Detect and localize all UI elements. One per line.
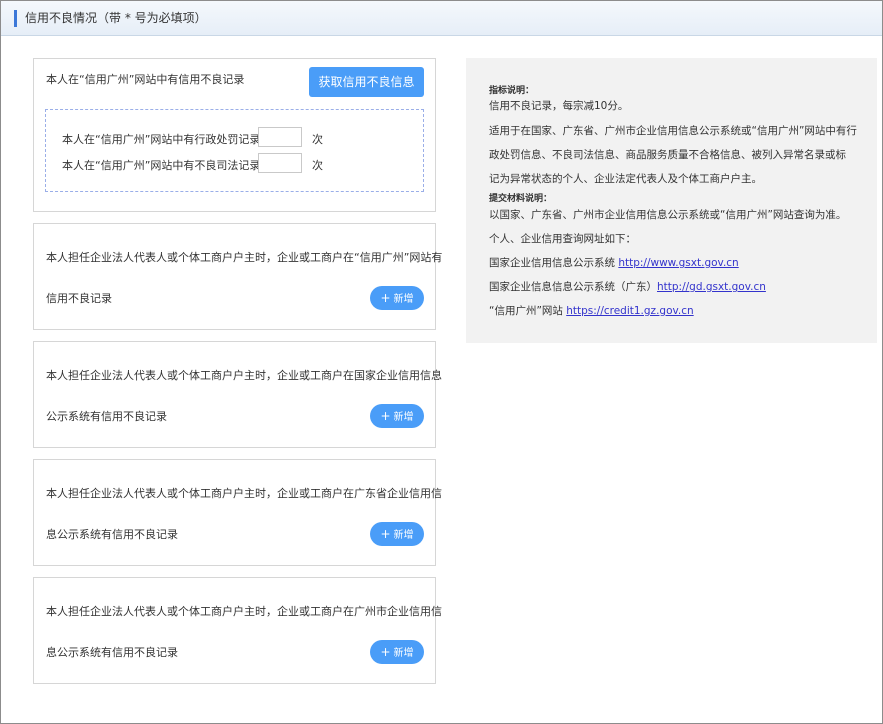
record-text-line1: 本人担任企业法人代表人或个体工商户户主时，企业或工商户在广州市企业信用信 (46, 603, 442, 619)
link-label: 国家企业信息信息公示系统（广东） (489, 281, 657, 293)
link-label: “信用广州”网站 (489, 305, 566, 317)
add-record-button[interactable]: +新增 (370, 286, 424, 310)
judicial-record-count-input[interactable] (258, 153, 302, 173)
record-text-line1: 本人担任企业法人代表人或个体工商户户主时，企业或工商户在广东省企业信用信 (46, 485, 442, 501)
form-panel: 信用不良情况（带 * 号为必填项） 本人在“信用广州”网站中有信用不良记录 获取… (0, 0, 883, 724)
admin-penalty-label: 本人在“信用广州”网站中有行政处罚记录 (62, 131, 260, 147)
credit-gz-link[interactable]: https://credit1.gz.gov.cn (566, 305, 693, 317)
judicial-record-unit: 次 (312, 157, 323, 173)
gd-gsxt-link[interactable]: http://gd.gsxt.gov.cn (657, 281, 766, 293)
record-text-line2: 公示系统有信用不良记录 (46, 408, 167, 424)
link-row: 国家企业信息信息公示系统（广东）http://gd.gsxt.gov.cn (489, 279, 766, 294)
materials-line: 以国家、广东省、广州市企业信用信息公示系统或“信用广州”网站查询为准。 (489, 207, 846, 222)
indicator-title: 指标说明： (489, 83, 534, 96)
header-accent-bar (14, 10, 17, 27)
plus-icon: + (380, 645, 390, 659)
record-text-line2: 息公示系统有信用不良记录 (46, 526, 178, 542)
record-text-line2: 息公示系统有信用不良记录 (46, 644, 178, 660)
indicator-line: 适用于在国家、广东省、广州市企业信用信息公示系统或“信用广州”网站中有行 (489, 123, 857, 138)
record-text-line2: 信用不良记录 (46, 290, 112, 306)
gsxt-link[interactable]: http://www.gsxt.gov.cn (618, 257, 738, 269)
card-lead-text: 本人在“信用广州”网站中有信用不良记录 (46, 71, 244, 87)
record-card: 本人担任企业法人代表人或个体工商户户主时，企业或工商户在广州市企业信用信 息公示… (33, 577, 436, 684)
link-row: 国家企业信用信息公示系统 http://www.gsxt.gov.cn (489, 255, 739, 270)
link-row: “信用广州”网站 https://credit1.gz.gov.cn (489, 303, 694, 318)
link-label: 国家企业信用信息公示系统 (489, 257, 618, 269)
materials-line: 个人、企业信用查询网址如下： (489, 231, 636, 246)
materials-title: 提交材料说明： (489, 191, 552, 204)
indicator-line: 信用不良记录，每宗减10分。 (489, 98, 628, 113)
admin-penalty-unit: 次 (312, 131, 323, 147)
record-text-line1: 本人担任企业法人代表人或个体工商户户主时，企业或工商户在国家企业信用信息 (46, 367, 442, 383)
plus-icon: + (380, 409, 390, 423)
record-count-group: 本人在“信用广州”网站中有行政处罚记录 次 本人在“信用广州”网站中有不良司法记… (45, 109, 424, 192)
admin-penalty-count-input[interactable] (258, 127, 302, 147)
record-card: 本人担任企业法人代表人或个体工商户户主时，企业或工商户在广东省企业信用信 息公示… (33, 459, 436, 566)
record-text-line1: 本人担任企业法人代表人或个体工商户户主时，企业或工商户在“信用广州”网站有 (46, 249, 442, 265)
fetch-bad-credit-button[interactable]: 获取信用不良信息 (309, 67, 424, 97)
record-card: 本人担任企业法人代表人或个体工商户户主时，企业或工商户在国家企业信用信息 公示系… (33, 341, 436, 448)
info-panel: 指标说明： 信用不良记录，每宗减10分。 适用于在国家、广东省、广州市企业信用信… (466, 58, 877, 343)
record-card: 本人担任企业法人代表人或个体工商户户主时，企业或工商户在“信用广州”网站有 信用… (33, 223, 436, 330)
add-record-button[interactable]: +新增 (370, 640, 424, 664)
plus-icon: + (380, 527, 390, 541)
credit-guangzhou-card: 本人在“信用广州”网站中有信用不良记录 获取信用不良信息 本人在“信用广州”网站… (33, 58, 436, 212)
plus-icon: + (380, 291, 390, 305)
judicial-record-label: 本人在“信用广州”网站中有不良司法记录 (62, 157, 260, 173)
indicator-line: 记为异常状态的个人、企业法定代表人及个体工商户户主。 (489, 171, 762, 186)
section-title: 信用不良情况（带 * 号为必填项） (25, 10, 207, 26)
add-record-button[interactable]: +新增 (370, 522, 424, 546)
add-record-button[interactable]: +新增 (370, 404, 424, 428)
section-header: 信用不良情况（带 * 号为必填项） (1, 1, 882, 36)
indicator-line: 政处罚信息、不良司法信息、商品服务质量不合格信息、被列入异常名录或标 (489, 147, 846, 162)
